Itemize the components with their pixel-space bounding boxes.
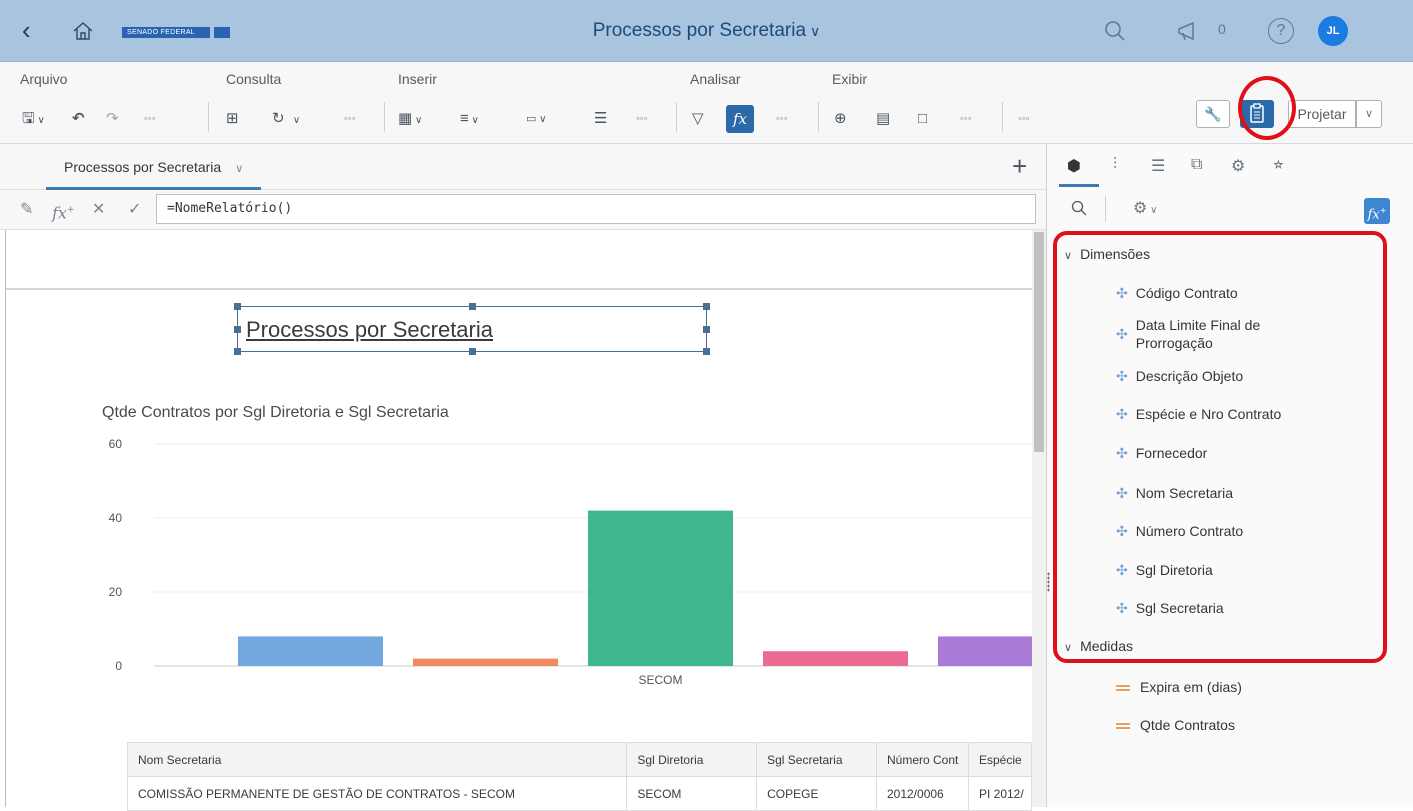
panel-splitter[interactable] <box>1047 572 1050 592</box>
data-objects-icon[interactable]: ⬢ <box>1067 156 1081 176</box>
bar[interactable] <box>238 636 383 666</box>
list-icon[interactable]: ☰ <box>594 109 607 129</box>
table-header-cell[interactable]: Espécie <box>967 742 1033 777</box>
user-avatar[interactable]: JL <box>1318 16 1348 46</box>
chart-title: Qtde Contratos por Sgl Diretoria e Sgl S… <box>102 404 449 421</box>
side-panel-subtoolbar: ⚙ ∨ <box>1047 190 1413 230</box>
megaphone-icon[interactable] <box>1176 20 1202 47</box>
settings-dropdown-icon[interactable]: ⚙ ∨ <box>1133 198 1157 218</box>
hierarchy-icon[interactable]: ⫶ <box>1113 156 1117 174</box>
zoom-icon[interactable]: ⊕ <box>834 109 847 129</box>
active-tab-indicator <box>1059 184 1099 187</box>
table-cell[interactable]: 2012/0006 <box>875 776 969 811</box>
more-icon[interactable]: ◦◦◦ <box>344 109 356 129</box>
bar[interactable] <box>763 651 908 666</box>
side-panel-tabs: ⬢ ⫶ ☰ ⧉ ⚙ ⭐︎ <box>1047 144 1413 188</box>
shell-header: ‹ SENADO FEDERAL Processos por Secretari… <box>0 0 1413 62</box>
item-label: Qtde Contratos <box>1140 717 1235 733</box>
group-label-inserir: Inserir <box>398 71 437 87</box>
report-title-cell[interactable]: Processos por Secretaria <box>234 303 710 355</box>
refresh-icon[interactable]: ↻ ∨ <box>272 109 300 129</box>
bar[interactable] <box>938 636 1032 666</box>
table-icon[interactable]: ▦ ∨ <box>398 109 422 129</box>
table-cell[interactable]: COMISSÃO PERMANENTE DE GESTÃO DE CONTRAT… <box>126 776 628 811</box>
group-label-consulta: Consulta <box>226 71 282 87</box>
annotation-box <box>1053 231 1387 663</box>
filter-icon[interactable]: ▽ <box>692 109 704 129</box>
y-tick-label: 0 <box>115 659 122 673</box>
scrollbar-thumb[interactable] <box>1034 232 1044 452</box>
bar[interactable] <box>588 510 733 666</box>
formula-button[interactable]: fx <box>726 105 754 133</box>
redo-icon[interactable]: ↷ <box>106 109 119 129</box>
report-table[interactable]: Nom Secretaria Sgl Diretoria Sgl Secretari… <box>126 742 1033 811</box>
more-icon[interactable]: ◦◦◦ <box>144 109 156 129</box>
more-icon[interactable]: ◦◦◦ <box>960 109 972 129</box>
group-label-analisar: Analisar <box>690 71 741 87</box>
toolbar: Arquivo 🖫 ∨ ↶ ↷ ◦◦◦ Consulta ⊞ ↻ ∨ ◦◦◦ I… <box>0 62 1413 144</box>
more-icon[interactable]: ◦◦◦ <box>636 109 648 129</box>
wrench-icon[interactable]: 🔧 <box>1196 100 1230 128</box>
share-icon[interactable]: ⭐︎ <box>1273 156 1284 174</box>
more-icon[interactable]: ◦◦◦ <box>1018 109 1030 129</box>
report-header-band[interactable] <box>6 230 1032 290</box>
page-icon[interactable]: □ <box>918 109 927 129</box>
pencil-icon[interactable]: ✎ <box>20 200 33 220</box>
undo-icon[interactable]: ↶ <box>72 109 85 129</box>
table-cell[interactable]: SECOM <box>626 776 758 811</box>
report-left-edge <box>5 230 6 807</box>
table-cell[interactable]: PI 2012/ <box>967 776 1033 811</box>
search-icon[interactable] <box>1071 200 1087 221</box>
table-header-cell[interactable]: Número Cont <box>875 742 969 777</box>
y-tick-label: 20 <box>109 585 123 599</box>
measure-item[interactable]: Expira em (dias) <box>1116 678 1242 696</box>
report-tab-bar: Processos por Secretaria ∨ + <box>0 144 1046 190</box>
measure-icon <box>1116 721 1130 732</box>
layout-icon[interactable]: ▤ <box>876 109 890 129</box>
group-label-arquivo: Arquivo <box>20 71 68 87</box>
help-icon[interactable]: ? <box>1268 18 1294 44</box>
new-variable-button[interactable]: fx+ <box>1364 198 1390 224</box>
settings-icon[interactable]: ⚙ <box>1231 156 1245 176</box>
chevron-down-icon[interactable]: ∨ <box>235 163 243 175</box>
y-tick-label: 60 <box>109 437 123 451</box>
document-title-text: Processos por Secretaria <box>592 20 807 41</box>
insert-function-icon[interactable]: fx+ <box>52 200 75 223</box>
comment-icon[interactable]: ⧉ <box>1191 156 1202 174</box>
bar[interactable] <box>413 658 558 666</box>
group-label-exibir: Exibir <box>832 71 868 87</box>
search-icon[interactable] <box>1104 20 1126 47</box>
measure-icon <box>1116 683 1130 694</box>
tab-processos[interactable]: Processos por Secretaria ∨ <box>46 144 262 190</box>
annotation-circle <box>1238 76 1296 140</box>
y-tick-label: 40 <box>109 511 123 525</box>
table-cell[interactable]: COPEGE <box>756 776 877 811</box>
list-icon[interactable]: ☰ <box>1151 156 1165 176</box>
x-tick-label: SECOM <box>638 673 682 687</box>
bar-chart[interactable]: 0 20 40 60 SECOM <box>86 432 1032 692</box>
projetar-button[interactable]: Projetar <box>1288 100 1356 128</box>
tab-label: Processos por Secretaria <box>64 159 222 175</box>
chevron-down-icon: ∨ <box>810 23 821 39</box>
text-cell-icon[interactable]: ▭ ∨ <box>526 109 547 129</box>
query-icon[interactable]: ⊞ <box>226 109 239 129</box>
table-header-cell[interactable]: Sgl Secretaria <box>756 742 877 777</box>
formula-input[interactable]: =NomeRelatório() <box>156 194 1036 224</box>
report-title: Processos por Secretaria <box>246 317 493 342</box>
add-tab-button[interactable]: + <box>1012 153 1027 179</box>
notification-count: 0 <box>1218 21 1226 37</box>
table-header-cell[interactable]: Sgl Diretoria <box>626 742 758 777</box>
chart-icon[interactable]: ≡ ∨ <box>460 109 479 129</box>
table-header-cell[interactable]: Nom Secretaria <box>126 742 628 777</box>
more-icon[interactable]: ◦◦◦ <box>776 109 788 129</box>
table-header-row[interactable]: Nom Secretaria Sgl Diretoria Sgl Secretari… <box>126 742 1033 777</box>
measure-item[interactable]: Qtde Contratos <box>1116 716 1235 734</box>
save-icon[interactable]: 🖫 ∨ <box>22 109 45 129</box>
projetar-dropdown[interactable]: ∨ <box>1356 100 1382 128</box>
formula-bar: ✎ fx+ ✕ ✓ =NomeRelatório() <box>0 190 1046 230</box>
cancel-icon[interactable]: ✕ <box>92 200 105 220</box>
confirm-icon[interactable]: ✓ <box>128 200 141 220</box>
item-label: Expira em (dias) <box>1140 679 1242 695</box>
table-row[interactable]: COMISSÃO PERMANENTE DE GESTÃO DE CONTRAT… <box>126 776 1033 811</box>
